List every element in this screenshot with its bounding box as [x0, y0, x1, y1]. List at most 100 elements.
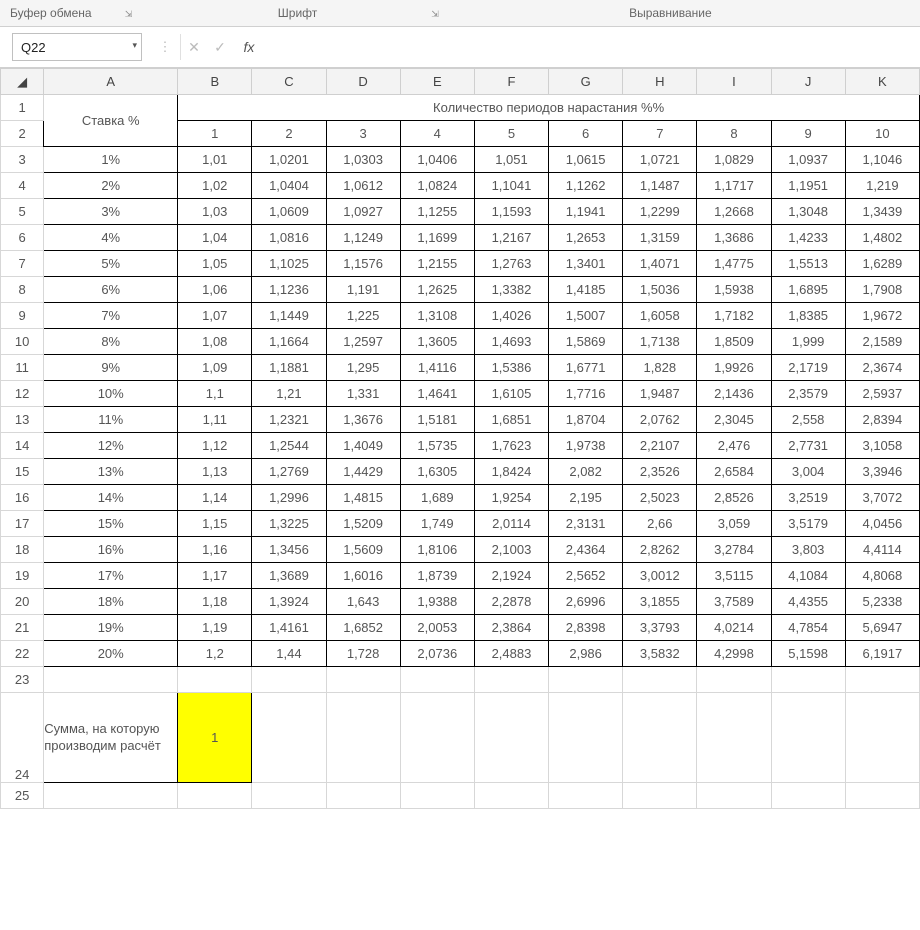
value-cell[interactable]: 1,2597 — [326, 329, 400, 355]
value-cell[interactable]: 1,3456 — [252, 537, 326, 563]
rate-cell[interactable]: 3% — [44, 199, 178, 225]
value-cell[interactable]: 2,7731 — [771, 433, 845, 459]
cell[interactable] — [474, 693, 548, 783]
value-cell[interactable]: 1,1699 — [400, 225, 474, 251]
rate-cell[interactable]: 16% — [44, 537, 178, 563]
value-cell[interactable]: 4,2998 — [697, 641, 771, 667]
value-cell[interactable]: 2,476 — [697, 433, 771, 459]
value-cell[interactable]: 1,1236 — [252, 277, 326, 303]
value-cell[interactable]: 1,2653 — [549, 225, 623, 251]
value-cell[interactable]: 1,17 — [178, 563, 252, 589]
value-cell[interactable]: 1,6016 — [326, 563, 400, 589]
col-header[interactable]: D — [326, 69, 400, 95]
name-box[interactable]: Q22 ▾ — [12, 33, 142, 61]
value-cell[interactable]: 2,0762 — [623, 407, 697, 433]
value-cell[interactable]: 1,3924 — [252, 589, 326, 615]
rate-cell[interactable]: 13% — [44, 459, 178, 485]
value-cell[interactable]: 1,1593 — [474, 199, 548, 225]
value-cell[interactable]: 1,04 — [178, 225, 252, 251]
value-cell[interactable]: 3,0012 — [623, 563, 697, 589]
rate-cell[interactable]: 4% — [44, 225, 178, 251]
value-cell[interactable]: 2,1924 — [474, 563, 548, 589]
value-cell[interactable]: 1,4161 — [252, 615, 326, 641]
rate-cell[interactable]: 14% — [44, 485, 178, 511]
value-cell[interactable]: 1,2 — [178, 641, 252, 667]
value-cell[interactable]: 2,2878 — [474, 589, 548, 615]
value-cell[interactable]: 2,8526 — [697, 485, 771, 511]
value-cell[interactable]: 1,9926 — [697, 355, 771, 381]
value-cell[interactable]: 1,1 — [178, 381, 252, 407]
value-cell[interactable]: 5,6947 — [845, 615, 919, 641]
period-col[interactable]: 10 — [845, 121, 919, 147]
value-cell[interactable]: 1,4071 — [623, 251, 697, 277]
value-cell[interactable]: 1,6105 — [474, 381, 548, 407]
value-cell[interactable]: 1,728 — [326, 641, 400, 667]
value-cell[interactable]: 2,5937 — [845, 381, 919, 407]
value-cell[interactable]: 1,4233 — [771, 225, 845, 251]
rate-cell[interactable]: 15% — [44, 511, 178, 537]
row-header[interactable]: 1 — [1, 95, 44, 121]
cell[interactable] — [474, 667, 548, 693]
value-cell[interactable]: 1,8106 — [400, 537, 474, 563]
value-cell[interactable]: 1,18 — [178, 589, 252, 615]
value-cell[interactable]: 1,12 — [178, 433, 252, 459]
value-cell[interactable]: 1,6289 — [845, 251, 919, 277]
row-header[interactable]: 19 — [1, 563, 44, 589]
value-cell[interactable]: 1,1664 — [252, 329, 326, 355]
value-cell[interactable]: 1,0201 — [252, 147, 326, 173]
row-header[interactable]: 23 — [1, 667, 44, 693]
periods-merged-header[interactable]: Количество периодов нарастания %% — [178, 95, 920, 121]
rate-cell[interactable]: 6% — [44, 277, 178, 303]
rate-cell[interactable]: 17% — [44, 563, 178, 589]
value-cell[interactable]: 2,8398 — [549, 615, 623, 641]
stavka-header[interactable]: Ставка % — [44, 95, 178, 147]
cell[interactable] — [178, 783, 252, 809]
value-cell[interactable]: 1,3689 — [252, 563, 326, 589]
value-cell[interactable]: 3,2519 — [771, 485, 845, 511]
value-cell[interactable]: 1,5869 — [549, 329, 623, 355]
cell[interactable] — [252, 667, 326, 693]
accept-icon[interactable]: ✓ — [207, 34, 233, 60]
cell[interactable] — [326, 783, 400, 809]
value-cell[interactable]: 1,225 — [326, 303, 400, 329]
rate-cell[interactable]: 18% — [44, 589, 178, 615]
value-cell[interactable]: 3,1058 — [845, 433, 919, 459]
cell[interactable] — [771, 667, 845, 693]
value-cell[interactable]: 1,6895 — [771, 277, 845, 303]
row-header[interactable]: 20 — [1, 589, 44, 615]
row-header[interactable]: 5 — [1, 199, 44, 225]
cell[interactable] — [845, 693, 919, 783]
period-col[interactable]: 4 — [400, 121, 474, 147]
value-cell[interactable]: 2,5023 — [623, 485, 697, 511]
value-cell[interactable]: 1,07 — [178, 303, 252, 329]
value-cell[interactable]: 1,4815 — [326, 485, 400, 511]
value-cell[interactable]: 1,4026 — [474, 303, 548, 329]
col-header[interactable]: E — [400, 69, 474, 95]
value-cell[interactable]: 2,6584 — [697, 459, 771, 485]
period-col[interactable]: 3 — [326, 121, 400, 147]
value-cell[interactable]: 5,1598 — [771, 641, 845, 667]
value-cell[interactable]: 2,3131 — [549, 511, 623, 537]
value-cell[interactable]: 1,08 — [178, 329, 252, 355]
value-cell[interactable]: 1,1487 — [623, 173, 697, 199]
value-cell[interactable]: 2,2107 — [623, 433, 697, 459]
rate-cell[interactable]: 12% — [44, 433, 178, 459]
value-cell[interactable]: 3,2784 — [697, 537, 771, 563]
row-header[interactable]: 18 — [1, 537, 44, 563]
value-cell[interactable]: 4,7854 — [771, 615, 845, 641]
value-cell[interactable]: 1,2625 — [400, 277, 474, 303]
sum-label-cell[interactable]: Сумма, на которую производим расчёт — [44, 693, 178, 783]
value-cell[interactable]: 2,8262 — [623, 537, 697, 563]
value-cell[interactable]: 1,3605 — [400, 329, 474, 355]
value-cell[interactable]: 1,2167 — [474, 225, 548, 251]
cell[interactable] — [845, 783, 919, 809]
value-cell[interactable]: 2,0114 — [474, 511, 548, 537]
value-cell[interactable]: 2,1589 — [845, 329, 919, 355]
value-cell[interactable]: 1,3382 — [474, 277, 548, 303]
row-header[interactable]: 2 — [1, 121, 44, 147]
cell[interactable] — [400, 667, 474, 693]
value-cell[interactable]: 2,3045 — [697, 407, 771, 433]
value-cell[interactable]: 1,1881 — [252, 355, 326, 381]
value-cell[interactable]: 1,6852 — [326, 615, 400, 641]
cell[interactable] — [845, 667, 919, 693]
